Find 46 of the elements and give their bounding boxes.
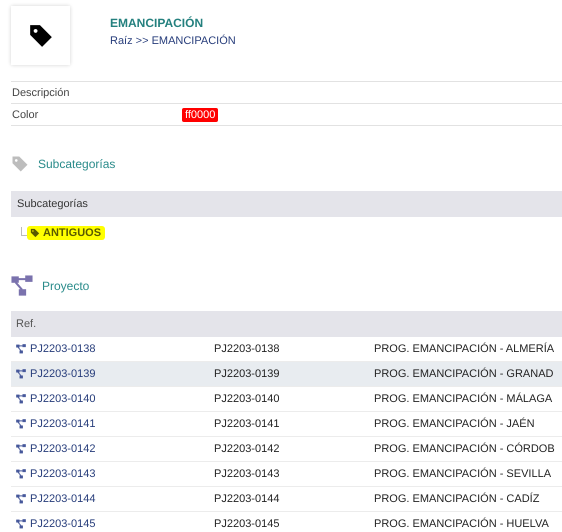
- hierarchy-icon: [16, 419, 26, 429]
- tag-icon: [30, 228, 40, 238]
- project-link[interactable]: PJ2203-0139: [30, 368, 96, 380]
- table-cell: PROG. EMANCIPACIÓN - MÁLAGA: [374, 393, 552, 405]
- hierarchy-icon: [16, 469, 26, 479]
- project-link[interactable]: PJ2203-0143: [30, 468, 96, 480]
- category-title: EMANCIPACIÓN: [110, 16, 204, 30]
- tag-icon: [11, 155, 29, 173]
- table-cell: PJ2203-0145: [214, 518, 280, 530]
- project-link[interactable]: PJ2203-0144: [30, 493, 96, 505]
- table-cell: PJ2203-0138: [214, 343, 280, 355]
- table-cell: PROG. EMANCIPACIÓN - HUELVA: [374, 518, 549, 530]
- hierarchy-icon: [16, 369, 26, 379]
- table-cell: PROG. EMANCIPACIÓN - CADÍZ: [374, 493, 540, 505]
- table-cell: PROG. EMANCIPACIÓN - ALMERÍA: [374, 343, 554, 355]
- breadcrumb: Raíz >> EMANCIPACIÓN: [110, 35, 236, 47]
- project-link[interactable]: PJ2203-0140: [30, 393, 96, 405]
- field-label: Descripción: [11, 86, 70, 98]
- table-cell: PJ2203-0144: [214, 493, 280, 505]
- table-cell: PROG. EMANCIPACIÓN - JAÉN: [374, 418, 535, 430]
- category-tag[interactable]: ANTIGUOS: [27, 226, 106, 240]
- project-link[interactable]: PJ2203-0138: [30, 343, 96, 355]
- table-cell: PROG. EMANCIPACIÓN - CÓRDOB: [374, 443, 555, 455]
- table-cell: PJ2203-0139: [214, 368, 280, 380]
- section-title: Proyecto: [42, 279, 90, 293]
- section-title: Subcategorías: [38, 157, 116, 171]
- color-badge: ff0000: [182, 108, 218, 122]
- tag-icon: [28, 22, 54, 48]
- table-cell: PJ2203-0140: [214, 393, 280, 405]
- table-cell: PJ2203-0143: [214, 468, 280, 480]
- project-link[interactable]: PJ2203-0141: [30, 418, 96, 430]
- project-link[interactable]: PJ2203-0145: [30, 518, 96, 530]
- hierarchy-icon: [16, 494, 26, 504]
- table-cell: PROG. EMANCIPACIÓN - GRANAD: [374, 368, 554, 380]
- table-cell: PJ2203-0142: [214, 443, 280, 455]
- column-header: Subcategorías: [11, 191, 562, 217]
- table-cell: PJ2203-0141: [214, 418, 280, 430]
- hierarchy-icon: [11, 275, 33, 297]
- hierarchy-icon: [16, 519, 26, 529]
- table-cell: PROG. EMANCIPACIÓN - SEVILLA: [374, 468, 552, 480]
- column-header: Ref.: [15, 318, 38, 330]
- field-label: Color: [11, 108, 40, 120]
- hierarchy-icon: [16, 394, 26, 404]
- project-link[interactable]: PJ2203-0142: [30, 443, 96, 455]
- hierarchy-icon: [16, 444, 26, 454]
- hierarchy-icon: [16, 344, 26, 354]
